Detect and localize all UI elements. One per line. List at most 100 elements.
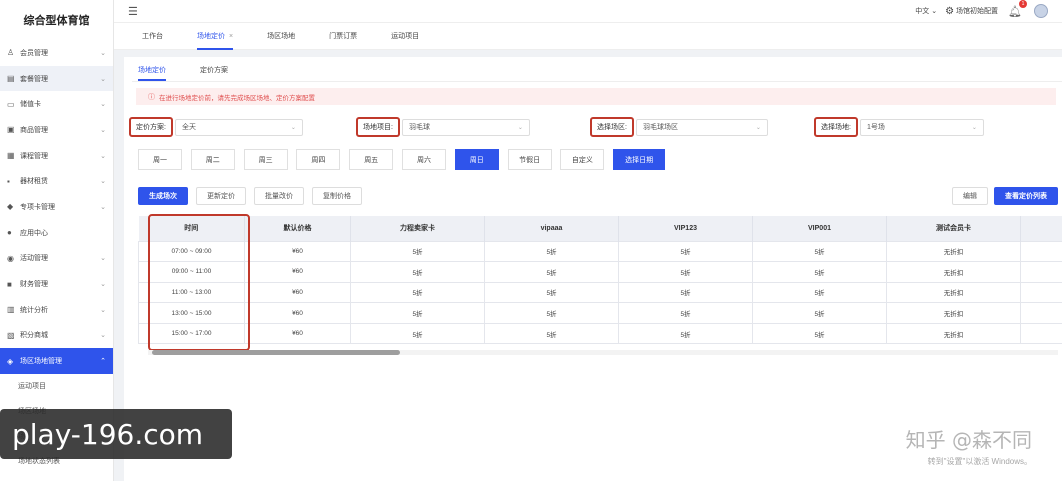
price-cell[interactable]: 无折扣: [886, 240, 1021, 263]
price-cell[interactable]: 5折: [618, 240, 753, 263]
batch-edit-price-button[interactable]: 批量改价: [254, 187, 304, 205]
activity-icon: ◉: [7, 253, 14, 263]
price-cell[interactable]: 5折: [350, 240, 485, 263]
day-button-custom[interactable]: 自定义: [560, 149, 605, 170]
price-cell[interactable]: 5折: [484, 261, 619, 283]
sidebar-item-equipment[interactable]: ▪ 器材租赁 ⌄: [0, 168, 113, 194]
update-pricing-button[interactable]: 更新定价: [196, 187, 246, 205]
sub-tabs: 场地定价 定价方案: [138, 61, 262, 81]
sidebar-item-package[interactable]: ▤ 套餐管理 ⌄: [0, 65, 113, 92]
day-button-thu[interactable]: 周四: [296, 149, 341, 170]
price-cell[interactable]: 5折: [752, 240, 887, 263]
day-button-sat[interactable]: 周六: [401, 149, 446, 170]
price-cell[interactable]: 5折: [752, 261, 887, 283]
top-bar: ☰ 中文 ⌄ ⚙ 场馆初始配置 🔔︎ 1: [114, 0, 1062, 22]
price-cell[interactable]: 5折: [618, 261, 753, 283]
sidebar-item-finance[interactable]: ■ 财务管理 ⌄: [0, 271, 113, 297]
filter-area: 选择场区: 羽毛球场区 ⌄: [590, 117, 768, 137]
price-cell[interactable]: 5折: [618, 302, 753, 324]
day-button-fri[interactable]: 周五: [349, 149, 394, 170]
table-cell: [1020, 281, 1062, 304]
price-cell[interactable]: ¥60: [244, 302, 351, 324]
sidebar-item-stored-card[interactable]: ▭ 储值卡 ⌄: [0, 91, 113, 117]
scrollbar-thumb[interactable]: [152, 350, 400, 355]
area-select[interactable]: 羽毛球场区 ⌄: [635, 118, 768, 136]
sidebar-item-app-center[interactable]: ● 应用中心: [0, 220, 113, 246]
price-cell[interactable]: 5折: [752, 281, 887, 304]
price-cell[interactable]: 5折: [484, 322, 619, 345]
price-cell[interactable]: 无折扣: [886, 302, 1021, 324]
generate-sessions-button[interactable]: 生成场次: [138, 187, 188, 205]
filter-court: 选择场地: 1号场 ⌄: [814, 117, 984, 137]
edit-button[interactable]: 编辑: [952, 187, 988, 205]
time-cell[interactable]: 13:00 ~ 15:00: [138, 302, 245, 324]
sidebar-item-points-mall[interactable]: ▧ 积分商城 ⌄: [0, 323, 113, 349]
price-cell[interactable]: 无折扣: [886, 281, 1021, 304]
time-cell[interactable]: 11:00 ~ 13:00: [138, 281, 245, 304]
day-button-sun[interactable]: 周日: [454, 149, 499, 170]
avatar[interactable]: [1034, 4, 1048, 18]
price-cell[interactable]: ¥60: [244, 261, 351, 283]
close-icon[interactable]: ×: [229, 33, 233, 40]
price-cell[interactable]: 5折: [618, 281, 753, 304]
menu-toggle-icon[interactable]: ☰: [128, 5, 138, 18]
divider: [132, 81, 1062, 82]
subtab-pricing-plan[interactable]: 定价方案: [200, 61, 228, 79]
pick-date-button[interactable]: 选择日期: [613, 149, 666, 170]
chevron-down-icon: ⌄: [100, 75, 106, 83]
sidebar-item-activity[interactable]: ◉ 活动管理 ⌄: [0, 246, 113, 272]
price-cell[interactable]: 5折: [350, 261, 485, 283]
chevron-down-icon: ⌄: [100, 255, 106, 263]
tab-ticket-booking[interactable]: 门票订票: [329, 22, 357, 50]
price-cell[interactable]: ¥60: [244, 281, 351, 304]
chevron-down-icon: ⌄: [100, 152, 106, 160]
sidebar-item-member[interactable]: ♙ 会员管理 ⌄: [0, 40, 113, 66]
pricing-table-container: 时间 默认价格 力程卖家卡 vipaaa VIP123 VIP001 测试会员卡…: [138, 216, 1062, 349]
price-cell[interactable]: 5折: [350, 302, 485, 324]
tab-venue-pricing[interactable]: 场地定价 ×: [197, 22, 234, 50]
notification-bell-icon[interactable]: 🔔︎ 1: [1008, 0, 1027, 18]
tab-sports-items[interactable]: 运动项目: [391, 22, 419, 50]
sidebar-subitem-sports[interactable]: 运动项目: [0, 374, 113, 399]
sport-select[interactable]: 羽毛球 ⌄: [401, 118, 530, 136]
time-cell[interactable]: 07:00 ~ 09:00: [138, 240, 245, 263]
price-cell[interactable]: 5折: [350, 322, 485, 345]
subtab-venue-pricing[interactable]: 场地定价: [138, 61, 166, 81]
day-button-tue[interactable]: 周二: [190, 149, 235, 170]
language-select[interactable]: 中文 ⌄: [915, 6, 937, 16]
price-cell[interactable]: 无折扣: [886, 261, 1021, 283]
tab-venue-area[interactable]: 场区场地: [267, 22, 295, 50]
price-cell[interactable]: 5折: [484, 240, 619, 263]
price-cell[interactable]: 无折扣: [886, 322, 1021, 345]
copy-price-button[interactable]: 复制价格: [312, 187, 362, 205]
time-cell[interactable]: 15:00 ~ 17:00: [138, 322, 245, 345]
view-price-list-button[interactable]: 查看定价列表: [994, 187, 1058, 205]
table-row: 07:00 ~ 09:00 ¥60 5折 5折 5折 5折 无折扣: [138, 240, 1062, 263]
court-select[interactable]: 1号场 ⌄: [859, 118, 984, 136]
price-cell[interactable]: 5折: [350, 281, 485, 304]
price-cell[interactable]: 5折: [618, 322, 753, 345]
sidebar-item-statistics[interactable]: ▥ 统计分析 ⌄: [0, 297, 113, 323]
price-cell[interactable]: 5折: [484, 281, 619, 304]
sidebar-item-venue[interactable]: ◈ 场区场地管理 ⌃: [0, 348, 113, 374]
pricing-plan-select[interactable]: 全天 ⌄: [174, 118, 303, 136]
watermark-overlay: play-196.com: [0, 409, 232, 459]
day-button-holiday[interactable]: 节假日: [507, 149, 552, 170]
venue-settings-link[interactable]: ⚙ 场馆初始配置: [945, 6, 998, 17]
horizontal-scrollbar[interactable]: [148, 350, 1058, 355]
price-cell[interactable]: 5折: [752, 322, 887, 345]
chart-icon: ▥: [7, 305, 15, 315]
sidebar-item-goods[interactable]: ▣ 商品管理 ⌄: [0, 117, 113, 143]
sidebar-item-course[interactable]: ▦ 课程管理 ⌄: [0, 143, 113, 169]
sidebar-item-special-card[interactable]: ◆ 专项卡管理 ⌄: [0, 194, 113, 220]
price-cell[interactable]: 5折: [484, 302, 619, 324]
user-icon: ♙: [7, 48, 15, 58]
day-button-wed[interactable]: 周三: [243, 149, 288, 170]
time-cell[interactable]: 09:00 ~ 11:00: [138, 261, 245, 283]
price-cell[interactable]: 5折: [752, 302, 887, 324]
tab-workbench[interactable]: 工作台: [142, 22, 163, 50]
price-cell[interactable]: ¥60: [244, 322, 351, 345]
chevron-down-icon: ⌄: [100, 101, 106, 109]
price-cell[interactable]: ¥60: [244, 240, 351, 263]
day-button-mon[interactable]: 周一: [138, 149, 182, 170]
